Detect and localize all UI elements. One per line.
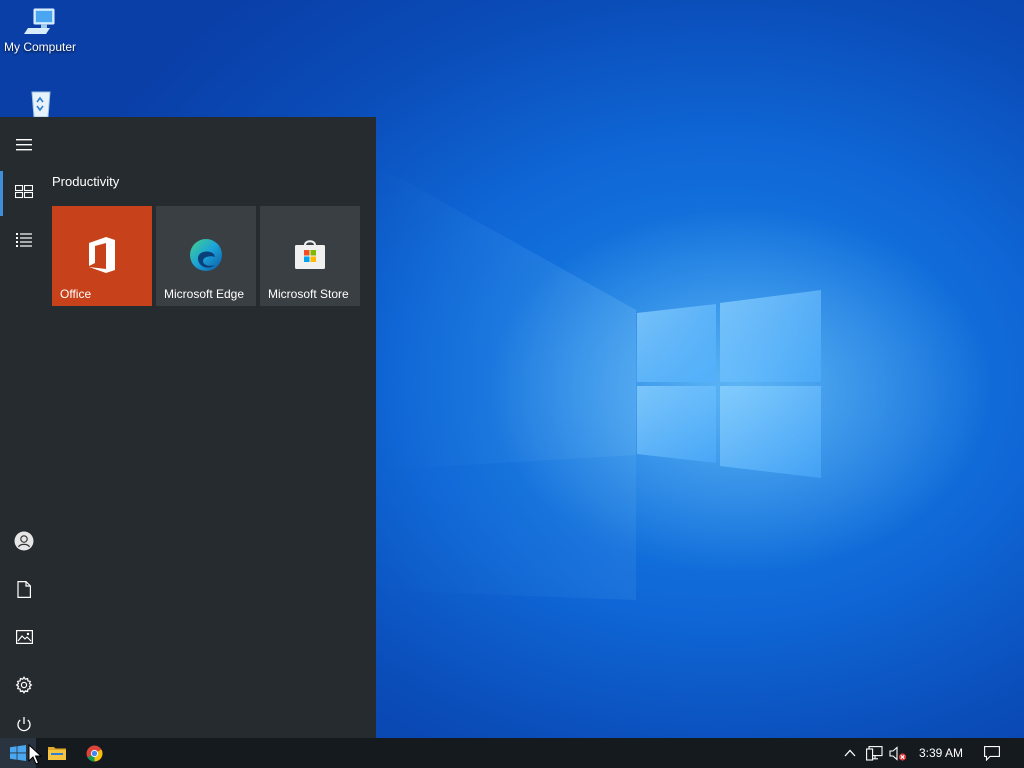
tile-microsoft-edge[interactable]: Microsoft Edge bbox=[156, 206, 256, 306]
recycle-bin-icon bbox=[31, 91, 51, 118]
taskbar: 3:39 AM bbox=[0, 738, 1024, 768]
desktop-icon-my-computer[interactable]: My Computer bbox=[0, 8, 80, 54]
start-menu: Productivity Office Microsoft Edge Micro… bbox=[0, 117, 376, 738]
office-icon bbox=[89, 237, 115, 273]
tile-microsoft-store[interactable]: Microsoft Store bbox=[260, 206, 360, 306]
chevron-up-icon bbox=[844, 749, 856, 757]
edge-icon bbox=[190, 239, 222, 271]
computer-icon bbox=[24, 8, 55, 34]
desktop-icon-label: My Computer bbox=[3, 40, 77, 54]
hamburger-icon bbox=[16, 139, 32, 151]
documents-button[interactable] bbox=[0, 565, 48, 613]
tile-office[interactable]: Office bbox=[52, 206, 152, 306]
expand-menu-button[interactable] bbox=[0, 121, 48, 169]
notification-icon bbox=[984, 745, 1000, 761]
volume-button[interactable] bbox=[886, 738, 910, 768]
tile-label: Microsoft Edge bbox=[164, 287, 245, 301]
settings-button[interactable] bbox=[0, 661, 48, 709]
volume-muted-icon bbox=[889, 745, 907, 761]
network-icon bbox=[865, 745, 883, 761]
tile-label: Office bbox=[60, 287, 92, 301]
store-icon bbox=[295, 240, 325, 269]
show-hidden-icons-button[interactable] bbox=[840, 738, 860, 768]
windows-logo-icon bbox=[10, 745, 26, 761]
chrome-icon bbox=[86, 745, 102, 761]
pinned-tiles-button[interactable] bbox=[0, 168, 48, 216]
all-apps-button[interactable] bbox=[0, 216, 48, 264]
gear-icon bbox=[15, 676, 33, 694]
pictures-button[interactable] bbox=[0, 613, 48, 661]
power-icon bbox=[17, 716, 31, 731]
tile-group-title: Productivity bbox=[52, 174, 120, 189]
clock[interactable]: 3:39 AM bbox=[914, 738, 968, 768]
chrome-button[interactable] bbox=[76, 738, 112, 768]
document-icon bbox=[17, 580, 31, 598]
power-button[interactable] bbox=[0, 709, 48, 738]
tile-label: Microsoft Store bbox=[268, 287, 349, 301]
mouse-cursor-icon bbox=[28, 744, 42, 765]
start-menu-rail bbox=[0, 117, 48, 738]
user-account-button[interactable] bbox=[0, 517, 48, 565]
folder-icon bbox=[48, 747, 66, 760]
desktop-icon-recycle-bin[interactable] bbox=[0, 88, 80, 120]
action-center-button[interactable] bbox=[978, 738, 1006, 768]
list-icon bbox=[16, 233, 32, 247]
file-explorer-button[interactable] bbox=[40, 738, 74, 768]
user-icon bbox=[14, 531, 34, 551]
pictures-icon bbox=[15, 630, 33, 644]
tiles-icon bbox=[15, 185, 33, 199]
network-button[interactable] bbox=[862, 738, 886, 768]
